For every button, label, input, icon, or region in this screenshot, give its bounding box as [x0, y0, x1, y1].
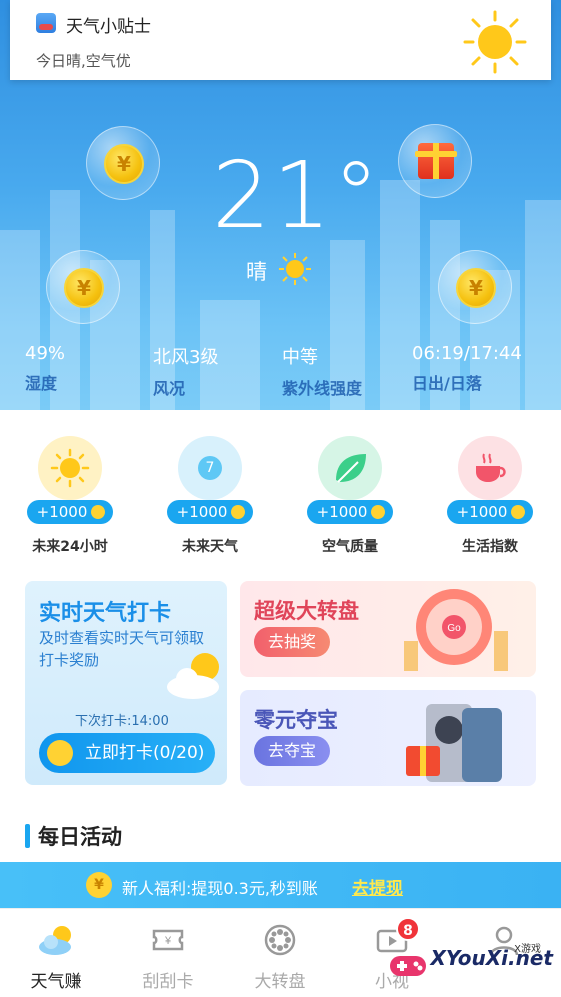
- tip-subtitle: 今日晴,空气优: [36, 52, 131, 70]
- stat-label: 紫外线强度: [282, 379, 363, 398]
- stat-value: 北风3级: [153, 347, 219, 368]
- stat-value: 中等: [282, 347, 318, 368]
- quick-label: 空气质量: [322, 539, 378, 555]
- lucky-wheel-card[interactable]: 超级大转盘 去抽奖 Go: [240, 581, 536, 677]
- coin-icon: [371, 505, 385, 519]
- calendar-7-icon: 7: [198, 456, 222, 480]
- weather-hero: 21° 晴 ¥ ¥ ¥ 49% 湿度 北风3级 风况 中等 紫外线强度 06:1…: [0, 0, 561, 410]
- quick-life-index[interactable]: +1000 生活指数: [442, 436, 538, 555]
- coin-bubble[interactable]: ¥: [86, 126, 160, 200]
- coin-icon: ¥: [64, 268, 104, 308]
- quick-label: 未来24小时: [32, 539, 108, 555]
- reward-badge: +1000: [27, 500, 113, 524]
- zero-yuan-treasure-card[interactable]: 零元夺宝 去夺宝: [240, 690, 536, 786]
- prize-wheel-illustration: Go: [404, 589, 508, 671]
- tab-scratch-card[interactable]: ¥ 刮刮卡: [112, 909, 224, 997]
- reward-text: +1000: [316, 503, 368, 521]
- notification-badge: 8: [396, 917, 420, 941]
- sun-icon: [50, 448, 90, 488]
- stat-uv: 中等 紫外线强度: [282, 343, 362, 399]
- wheel-icon: [264, 924, 296, 956]
- withdraw-link[interactable]: 去提现: [352, 874, 403, 899]
- quick-icon-bg: +1000: [27, 436, 113, 524]
- stat-sunrise-sunset: 06:19/17:44 日出/日落: [412, 343, 522, 394]
- quick-icon-bg: 7 +1000: [167, 436, 253, 524]
- weather-app-screen: 21° 晴 ¥ ¥ ¥ 49% 湿度 北风3级 风况 中等 紫外线强度 06:1…: [0, 0, 561, 997]
- coin-icon: ¥: [456, 268, 496, 308]
- wheel-title: 超级大转盘: [254, 599, 359, 623]
- wheel-go-text: Go: [447, 623, 461, 634]
- app-logo-icon: [36, 13, 56, 33]
- reward-text: +1000: [36, 503, 88, 521]
- treasure-title: 零元夺宝: [254, 708, 338, 732]
- coin-icon: [231, 505, 245, 519]
- checkin-title: 实时天气打卡: [39, 601, 172, 626]
- tea-cup-icon: [476, 453, 506, 482]
- checkin-button-label: 立即打卡(0/20): [85, 743, 205, 763]
- reward-text: +1000: [176, 503, 228, 521]
- stat-wind: 北风3级 风况: [153, 343, 218, 399]
- stat-humidity: 49% 湿度: [25, 343, 65, 394]
- checkin-button[interactable]: 立即打卡(0/20): [39, 733, 215, 773]
- tab-weather-earn[interactable]: 天气赚: [0, 909, 112, 997]
- quick-label: 生活指数: [462, 539, 518, 555]
- phone-prize-illustration: [406, 704, 502, 782]
- reward-badge: +1000: [447, 500, 533, 524]
- tab-label: 天气赚: [30, 972, 82, 992]
- new-user-withdraw-banner[interactable]: ¥ 新人福利:提现0.3元,秒到账 去提现: [0, 862, 561, 908]
- ticket-icon: ¥: [152, 929, 184, 951]
- sun-icon: [279, 253, 311, 285]
- sun-icon: [463, 10, 527, 74]
- coin-bubble[interactable]: ¥: [46, 250, 120, 324]
- reward-text: +1000: [456, 503, 508, 521]
- coin-icon: ¥: [104, 144, 144, 184]
- quick-future-weather[interactable]: 7 +1000 未来天气: [162, 436, 258, 555]
- tab-label: 大转盘: [254, 972, 306, 992]
- draw-button[interactable]: 去抽奖: [254, 627, 331, 657]
- stat-value: 49%: [25, 343, 66, 364]
- next-checkin-time: 下次打卡:14:00: [75, 714, 169, 729]
- coin-bubble[interactable]: ¥: [438, 250, 512, 324]
- coin-icon: [91, 505, 105, 519]
- quick-air-quality[interactable]: +1000 空气质量: [302, 436, 398, 555]
- tab-big-wheel[interactable]: 大转盘: [224, 909, 336, 997]
- tip-title: 天气小贴士: [66, 17, 151, 37]
- section-title: 每日活动: [38, 825, 122, 849]
- coin-icon: [47, 740, 73, 766]
- quick-icon-bg: +1000: [447, 436, 533, 524]
- tab-label: 刮刮卡: [142, 972, 194, 992]
- stat-label: 湿度: [25, 374, 58, 393]
- quick-label: 未来天气: [182, 539, 238, 555]
- cloud-sun-icon: [39, 926, 71, 955]
- reward-badge: +1000: [307, 500, 393, 524]
- temperature: 21°: [212, 142, 382, 249]
- site-watermark: XYouXi.net: [430, 946, 553, 970]
- quick-24h[interactable]: +1000 未来24小时: [22, 436, 118, 555]
- weather-tip-card[interactable]: 天气小贴士 今日晴,空气优: [10, 0, 551, 80]
- stat-label: 风况: [153, 379, 186, 398]
- condition-text: 晴: [246, 260, 267, 284]
- section-accent-bar: [25, 824, 30, 848]
- stat-value: 06:19/17:44: [412, 343, 522, 364]
- gift-bubble[interactable]: [398, 124, 472, 198]
- gift-icon: [415, 143, 457, 179]
- coin-icon: [511, 505, 525, 519]
- quick-icon-bg: +1000: [307, 436, 393, 524]
- banner-text: 新人福利:提现0.3元,秒到账: [122, 879, 318, 898]
- coin-icon: ¥: [86, 872, 112, 898]
- reward-badge: +1000: [167, 500, 253, 524]
- leaf-icon: [336, 454, 366, 483]
- svg-text:¥: ¥: [164, 935, 172, 947]
- cloud-sun-icon: [167, 653, 219, 699]
- gamepad-watermark-icon: [390, 956, 426, 976]
- stat-label: 日出/日落: [412, 374, 482, 393]
- treasure-button[interactable]: 去夺宝: [254, 736, 331, 766]
- weather-checkin-card[interactable]: 实时天气打卡 及时查看实时天气可领取打卡奖励 下次打卡:14:00 立即打卡(0…: [25, 581, 227, 785]
